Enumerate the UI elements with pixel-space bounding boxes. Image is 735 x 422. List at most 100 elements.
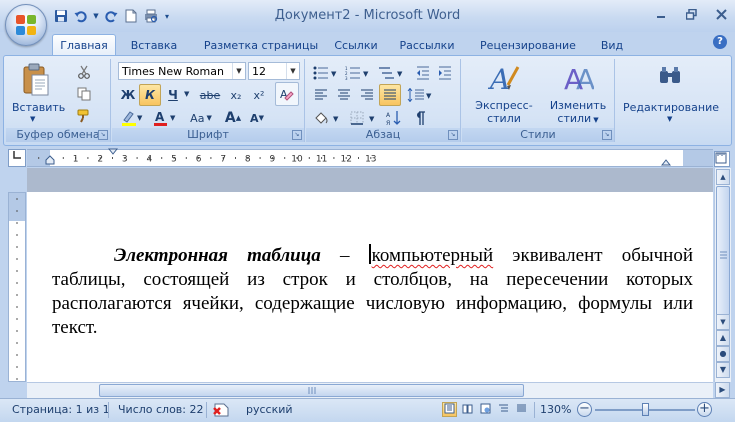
right-indent-marker-icon[interactable]	[661, 156, 671, 166]
scroll-right-corner-button[interactable]: ▶	[715, 382, 730, 398]
scroll-down-button[interactable]: ▼	[716, 314, 730, 330]
sort-button[interactable]: AЯ	[382, 107, 406, 129]
strikethrough-button[interactable]: abe	[196, 84, 224, 106]
page-count-status[interactable]: Страница: 1 из 1	[12, 403, 110, 416]
shading-button[interactable]: ▼	[310, 107, 344, 129]
clipboard-launcher-icon[interactable]: ↘	[98, 130, 108, 140]
word-count-status[interactable]: Число слов: 22	[118, 403, 204, 416]
doc-term: Электронная таблица	[114, 245, 321, 266]
bullets-button[interactable]: ▼	[310, 62, 342, 84]
outline-view-button[interactable]	[496, 402, 511, 417]
font-size-box[interactable]: 12 ▼	[248, 62, 300, 80]
grow-font-button[interactable]: A ▲	[222, 107, 244, 129]
horizontal-scroll-thumb[interactable]	[99, 384, 524, 397]
document-paragraph[interactable]: Электронная таблица – компьютерный эквив…	[52, 244, 693, 340]
minimize-icon[interactable]	[653, 6, 669, 22]
align-center-button[interactable]	[333, 84, 355, 106]
vertical-ruler[interactable]	[8, 192, 26, 382]
change-styles-button[interactable]: A A Изменить стили ▼	[546, 61, 610, 127]
horizontal-ruler[interactable]: 1 2 3 4 5 6 7 8 9 10 11 12 13	[27, 148, 713, 168]
paint-bucket-icon: ▼	[315, 112, 339, 124]
cut-button[interactable]	[72, 61, 96, 83]
help-icon[interactable]: ?	[713, 35, 727, 49]
grow-font-label: A	[224, 110, 236, 126]
show-formatting-button[interactable]	[408, 107, 432, 129]
bold-button[interactable]: Ж	[117, 84, 139, 106]
zoom-level[interactable]: 130%	[540, 403, 571, 416]
next-page-button[interactable]: ▼	[716, 362, 730, 378]
print-layout-view-button[interactable]	[442, 402, 457, 417]
numbering-button[interactable]: 1 2 3 ▼	[342, 62, 374, 84]
multilevel-list-button[interactable]: ▼	[374, 62, 408, 84]
vertical-scroll-thumb[interactable]	[716, 186, 730, 326]
svg-text:▼: ▼	[363, 70, 369, 78]
font-launcher-icon[interactable]: ↘	[292, 130, 302, 140]
font-color-icon: A ▼	[154, 110, 176, 126]
vertical-scrollbar[interactable]: ▲ ▼ ▲ ● ▼	[714, 168, 731, 382]
office-button[interactable]	[5, 4, 47, 46]
language-status[interactable]: русский	[246, 403, 293, 416]
editing-button[interactable]: Редактирование ▼	[618, 61, 724, 127]
paragraph-launcher-icon[interactable]: ↘	[448, 130, 458, 140]
tab-insert[interactable]: Вставка	[122, 36, 186, 56]
svg-text:▼: ▼	[137, 114, 143, 122]
draft-view-button[interactable]	[514, 402, 529, 417]
bullet-list-icon: ▼	[313, 66, 337, 80]
tab-view[interactable]: Вид	[594, 36, 630, 56]
left-indent-marker-icon[interactable]	[45, 148, 55, 168]
document-page[interactable]: Электронная таблица – компьютерный эквив…	[27, 192, 713, 382]
full-screen-reading-view-button[interactable]	[460, 402, 475, 417]
web-layout-view-button[interactable]	[478, 402, 493, 417]
change-styles-dropdown-icon: ▼	[593, 116, 599, 124]
select-browse-object-button[interactable]: ●	[716, 346, 730, 362]
shrink-font-button[interactable]: A ▼	[246, 107, 268, 129]
highlighter-icon: ▼	[122, 111, 143, 126]
zoom-out-icon[interactable]: −	[577, 402, 592, 417]
line-spacing-button[interactable]: ▼	[403, 84, 437, 106]
tab-review[interactable]: Рецензирование	[474, 36, 582, 56]
tab-mailings[interactable]: Рассылки	[394, 36, 460, 56]
zoom-in-icon[interactable]: +	[697, 402, 712, 417]
tab-references[interactable]: Ссылки	[330, 36, 382, 56]
clear-formatting-button[interactable]: A	[275, 82, 299, 106]
tab-page-layout[interactable]: Разметка страницы	[196, 36, 326, 56]
decrease-indent-icon	[417, 66, 429, 80]
quick-styles-button[interactable]: A Экспресс-стили	[466, 61, 542, 127]
underline-button[interactable]: Ч	[162, 84, 184, 106]
align-left-button[interactable]	[310, 84, 332, 106]
underline-dropdown-icon[interactable]: ▼	[184, 90, 189, 98]
decrease-indent-button[interactable]	[412, 62, 434, 84]
font-size-dropdown-icon[interactable]: ▼	[286, 63, 299, 79]
italic-button[interactable]: К	[139, 84, 161, 106]
justify-button[interactable]	[379, 84, 401, 106]
copy-button[interactable]	[72, 83, 96, 105]
first-line-indent-marker-icon[interactable]	[108, 148, 118, 158]
align-left-icon	[315, 89, 327, 100]
tab-selector-icon[interactable]	[8, 149, 26, 167]
font-color-button[interactable]: A ▼	[150, 107, 182, 129]
close-icon[interactable]	[713, 6, 729, 22]
styles-launcher-icon[interactable]: ↘	[602, 130, 612, 140]
font-name-box[interactable]: Times New Roman ▼	[118, 62, 246, 80]
svg-text:▼: ▼	[170, 114, 176, 122]
ribbon-tabs: Главная Вставка Разметка страницы Ссылки…	[0, 32, 735, 57]
highlight-button[interactable]: ▼	[117, 107, 147, 129]
font-name-dropdown-icon[interactable]: ▼	[232, 63, 245, 79]
scroll-up-button[interactable]: ▲	[716, 169, 730, 185]
horizontal-scrollbar[interactable]	[27, 382, 713, 399]
tab-home[interactable]: Главная	[52, 34, 116, 57]
zoom-slider-thumb[interactable]	[642, 403, 649, 416]
superscript-button[interactable]: x²	[248, 84, 270, 106]
format-painter-button[interactable]	[72, 105, 96, 127]
increase-indent-button[interactable]	[434, 62, 456, 84]
view-ruler-icon[interactable]	[714, 151, 730, 167]
paste-button[interactable]: Вставить ▼	[12, 61, 65, 123]
align-right-button[interactable]	[356, 84, 378, 106]
svg-text:Я: Я	[386, 120, 390, 126]
previous-page-button[interactable]: ▲	[716, 330, 730, 346]
proofing-status[interactable]	[212, 402, 232, 421]
borders-button[interactable]: ▼	[346, 107, 380, 129]
restore-icon[interactable]	[683, 6, 699, 22]
change-case-button[interactable]: Aa ▼	[185, 107, 217, 129]
subscript-button[interactable]: x₂	[225, 84, 247, 106]
